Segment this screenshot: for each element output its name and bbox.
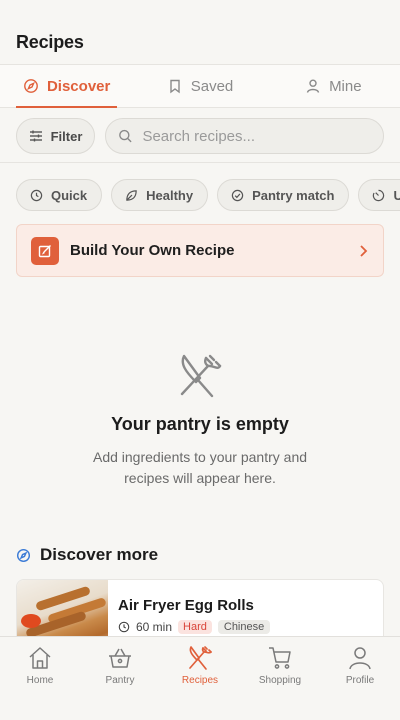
tab-label: Discover	[46, 77, 111, 95]
filter-label: Filter	[50, 128, 83, 144]
difficulty-badge: Hard	[178, 620, 212, 634]
compass-icon	[24, 79, 38, 93]
discover-more-title: Discover more	[40, 545, 159, 564]
tab-label: Saved	[190, 77, 234, 95]
nav-pantry[interactable]: Pantry	[80, 637, 160, 720]
clock-icon	[30, 189, 43, 201]
search-input[interactable]	[142, 127, 371, 145]
tab-label: Mine	[329, 77, 362, 95]
chip-healthy[interactable]: Healthy	[111, 179, 209, 211]
utensils-crossed-icon	[180, 354, 222, 398]
recipe-meta: 60 min Hard Chinese	[118, 620, 271, 634]
empty-state-description: Add ingredients to your pantry and recip…	[92, 449, 308, 486]
bottom-navigation: Home Pantry Recipes Shopping Profile	[0, 636, 400, 720]
section-divider	[0, 162, 400, 163]
timer-icon	[373, 189, 385, 201]
edit-icon	[31, 236, 59, 265]
tab-discover[interactable]: Discover	[0, 65, 133, 108]
nav-home[interactable]: Home	[0, 637, 80, 720]
nav-label: Home	[26, 675, 54, 686]
chip-partial[interactable]: U	[358, 179, 400, 211]
chip-label: Quick	[51, 187, 88, 203]
tab-mine[interactable]: Mine	[267, 65, 400, 107]
chip-quick[interactable]: Quick	[16, 179, 103, 211]
search-box[interactable]	[105, 118, 384, 154]
recipe-tabs: Discover Saved Mine	[0, 64, 400, 108]
empty-state-title: Your pantry is empty	[111, 414, 289, 434]
basket-icon	[109, 648, 131, 668]
chip-label: Healthy	[146, 187, 194, 203]
check-circle-icon	[231, 189, 244, 201]
nav-label: Recipes	[181, 675, 219, 686]
discover-more-header: Discover more	[16, 545, 158, 565]
cuisine-badge: Chinese	[217, 620, 271, 634]
page-title: Recipes	[16, 32, 84, 52]
profile-icon	[349, 647, 371, 670]
user-icon	[306, 79, 320, 93]
nav-label: Pantry	[105, 675, 135, 686]
compass-icon	[16, 548, 31, 562]
chip-label: Pantry match	[252, 187, 335, 203]
bookmark-icon	[170, 79, 180, 94]
clock-icon	[118, 621, 130, 633]
cart-icon	[269, 647, 291, 669]
chevron-right-icon	[360, 244, 368, 257]
tab-saved[interactable]: Saved	[133, 65, 266, 107]
leaf-icon	[126, 189, 137, 201]
recipe-name: Air Fryer Egg Rolls	[118, 597, 254, 614]
utensils-icon	[189, 646, 212, 670]
chip-label: U	[393, 187, 400, 203]
sliders-icon	[29, 130, 42, 142]
chip-pantry-match[interactable]: Pantry match	[217, 179, 350, 211]
home-icon	[29, 647, 51, 669]
empty-state: Your pantry is empty Add ingredients to …	[0, 352, 400, 489]
nav-profile[interactable]: Profile	[320, 637, 400, 720]
build-own-recipe-card[interactable]: Build Your Own Recipe	[16, 224, 384, 277]
nav-label: Shopping	[258, 675, 302, 686]
search-icon	[119, 129, 132, 143]
nav-recipes[interactable]: Recipes	[160, 637, 240, 720]
app-header: Recipes	[0, 0, 400, 64]
nav-label: Profile	[345, 675, 375, 686]
filter-chips: Quick Healthy Pantry match U	[16, 179, 400, 211]
filter-button[interactable]: Filter	[16, 118, 95, 154]
recipe-time: 60 min	[136, 620, 173, 634]
search-row: Filter	[16, 118, 384, 154]
nav-shopping[interactable]: Shopping	[240, 637, 320, 720]
build-card-label: Build Your Own Recipe	[70, 242, 235, 259]
